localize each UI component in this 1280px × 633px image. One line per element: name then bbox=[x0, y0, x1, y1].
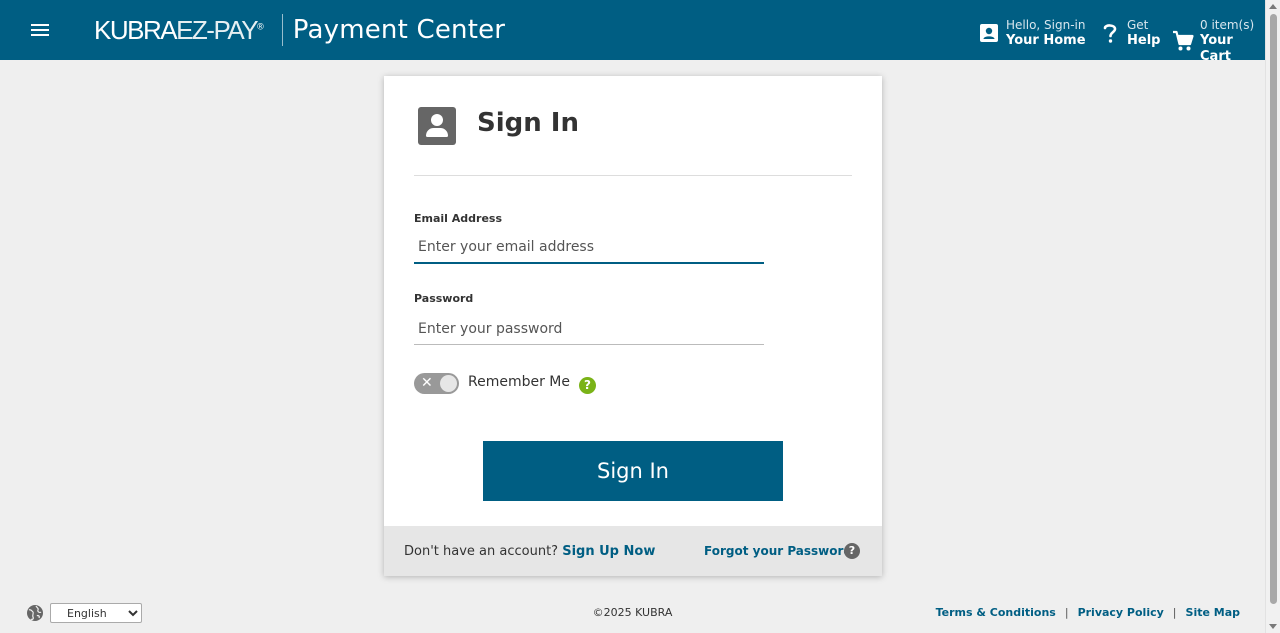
forgot-help-icon[interactable]: ? bbox=[844, 543, 860, 559]
top-header: KUBRAEZ-PAY® Payment Center Hello, Sign-… bbox=[0, 0, 1265, 64]
no-account-text: Don't have an account? bbox=[404, 544, 559, 559]
site-map-link[interactable]: Site Map bbox=[1186, 606, 1240, 619]
signin-card-header: Sign In bbox=[414, 106, 852, 176]
help-label: Help bbox=[1127, 33, 1161, 48]
password-label: Password bbox=[414, 292, 474, 305]
remember-me-toggle[interactable]: ✕ bbox=[414, 373, 459, 394]
page-scrollbar[interactable] bbox=[1265, 0, 1280, 633]
account-box-icon bbox=[418, 107, 456, 145]
home-greeting: Hello, Sign-in bbox=[1006, 18, 1086, 32]
forgot-password-link[interactable]: Forgot your Password? bbox=[704, 544, 859, 558]
footer-links: Terms & Conditions | Privacy Policy | Si… bbox=[936, 606, 1240, 619]
footer-separator: | bbox=[1172, 606, 1177, 619]
account-box-icon bbox=[978, 21, 1000, 45]
cart-label: Your Cart bbox=[1200, 33, 1233, 64]
toggle-off-icon: ✕ bbox=[421, 375, 433, 391]
cart-count: 0 item(s) bbox=[1200, 18, 1255, 32]
scroll-up-arrow-icon[interactable] bbox=[1269, 4, 1277, 9]
kubra-ezpay-logo[interactable]: KUBRAEZ-PAY® bbox=[94, 15, 264, 46]
remember-me-label: Remember Me bbox=[468, 374, 570, 390]
page-title: Payment Center bbox=[292, 15, 506, 45]
signin-card-footer: Don't have an account? Sign Up Now Forgo… bbox=[384, 526, 882, 576]
terms-conditions-link[interactable]: Terms & Conditions bbox=[936, 606, 1056, 619]
help-small-label: Get bbox=[1127, 18, 1149, 32]
brand-divider bbox=[281, 14, 283, 46]
scroll-thumb[interactable] bbox=[1270, 14, 1277, 604]
get-help-link[interactable]: Get Help bbox=[1099, 17, 1160, 49]
signup-prompt: Don't have an account? Sign Up Now bbox=[404, 544, 655, 559]
your-home-link[interactable]: Hello, Sign-in Your Home bbox=[978, 17, 1086, 49]
remember-help-icon[interactable]: ? bbox=[579, 377, 596, 394]
your-cart-link[interactable]: 0 item(s) Your Cart bbox=[1172, 17, 1265, 65]
hamburger-menu-icon[interactable] bbox=[28, 18, 52, 42]
logo-secondary: EZ-PAY bbox=[176, 14, 259, 45]
email-field[interactable] bbox=[414, 232, 764, 264]
password-field[interactable] bbox=[414, 313, 764, 345]
signin-title: Sign In bbox=[477, 108, 579, 138]
brand: KUBRAEZ-PAY® Payment Center bbox=[94, 14, 505, 46]
footer-separator: | bbox=[1064, 606, 1069, 619]
email-label: Email Address bbox=[414, 212, 503, 225]
sign-up-link[interactable]: Sign Up Now bbox=[562, 544, 655, 559]
signin-card: Sign In Email Address Password ✕ Remembe… bbox=[384, 76, 882, 576]
home-label: Your Home bbox=[1006, 33, 1086, 48]
sign-in-button[interactable]: Sign In bbox=[483, 441, 783, 501]
logo-mark: ® bbox=[257, 20, 264, 31]
toggle-knob bbox=[440, 375, 457, 392]
logo-primary: KUBRA bbox=[94, 14, 178, 45]
shopping-cart-icon bbox=[1172, 29, 1194, 53]
privacy-policy-link[interactable]: Privacy Policy bbox=[1078, 606, 1164, 619]
scroll-down-arrow-icon[interactable] bbox=[1269, 624, 1277, 629]
question-mark-icon bbox=[1099, 21, 1121, 45]
